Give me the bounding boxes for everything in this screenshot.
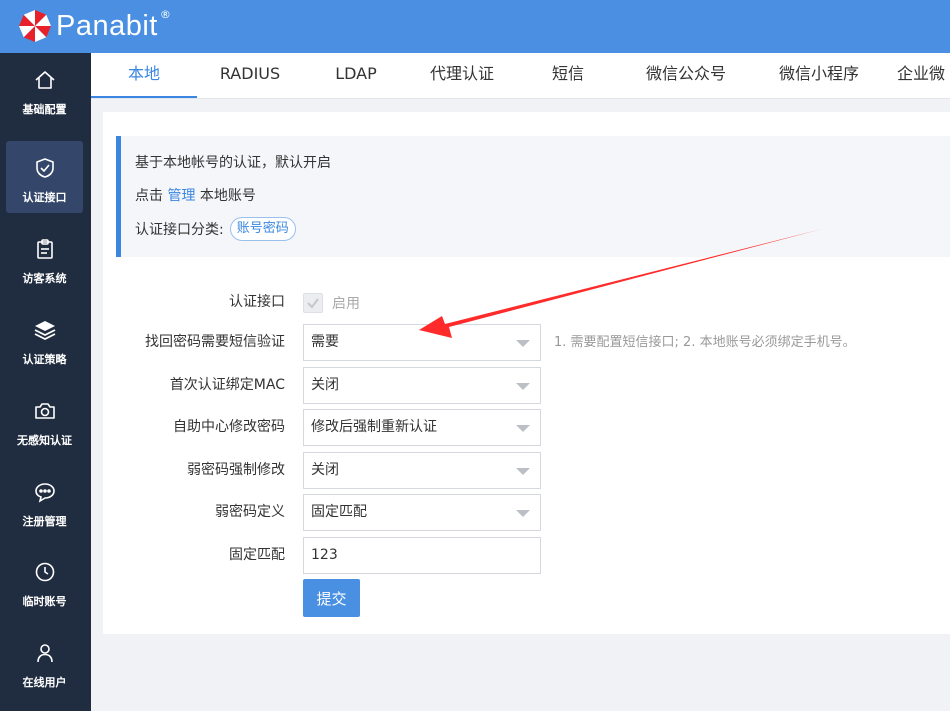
enable-checkbox[interactable]: [303, 293, 323, 313]
check-icon: [307, 298, 319, 309]
home-icon: [34, 71, 55, 89]
enable-checkbox-wrap: 启用: [303, 293, 360, 313]
fixed-match-label: 固定匹配: [229, 547, 285, 563]
tab-enterprise-wechat[interactable]: 企业微: [897, 53, 950, 98]
self-service-value: 修改后强制重新认证: [311, 419, 437, 435]
tab-ldap[interactable]: LDAP: [303, 53, 409, 98]
manage-link[interactable]: 管理: [167, 188, 195, 204]
info-box: 基于本地帐号的认证，默认开启 点击 管理 本地账号 认证接口分类: 账号密码: [116, 136, 950, 257]
sidebar-item-label: 访客系统: [22, 272, 67, 285]
form-row-self-service: 自助中心修改密码 修改后强制重新认证: [103, 409, 950, 446]
bind-mac-label: 首次认证绑定MAC: [169, 377, 285, 393]
chat-icon: [34, 483, 55, 503]
main-panel: 基于本地帐号的认证，默认开启 点击 管理 本地账号 认证接口分类: 账号密码 认证…: [103, 112, 950, 634]
brand-logo[interactable]: Panabit ®: [18, 7, 171, 43]
sidebar-item-label: 认证策略: [22, 353, 67, 366]
sidebar-item-label: 无感知认证: [17, 434, 72, 447]
sidebar-item-guest-system[interactable]: 访客系统: [6, 222, 83, 294]
info-manage-suffix: 本地账号: [199, 188, 256, 204]
self-service-select[interactable]: 修改后强制重新认证: [303, 409, 541, 446]
form-row-bind-mac: 首次认证绑定MAC 关闭: [103, 367, 950, 404]
sidebar-item-auth-policy[interactable]: 认证策略: [6, 303, 83, 375]
form-row-enable: 认证接口 启用: [103, 284, 950, 321]
info-category-line: 认证接口分类: 账号密码: [135, 217, 296, 242]
tab-bar: 本地 RADIUS LDAP 代理认证 短信 微信公众号 微信小程序 企业微: [91, 53, 950, 99]
form-row-weak-force: 弱密码强制修改 关闭: [103, 452, 950, 489]
camera-icon: [34, 403, 55, 419]
sidebar-item-label: 注册管理: [22, 515, 67, 528]
enable-checkbox-label: 启用: [332, 296, 360, 312]
brand-name: Panabit: [56, 9, 158, 42]
fixed-match-input[interactable]: 123: [303, 537, 541, 574]
info-description: 基于本地帐号的认证，默认开启: [135, 155, 331, 171]
sidebar-item-auth-interface[interactable]: 认证接口: [6, 141, 83, 213]
clipboard-icon: [36, 239, 53, 259]
form-row-sms-verify: 找回密码需要短信验证 需要 1. 需要配置短信接口; 2. 本地账号必须绑定手机…: [103, 324, 950, 361]
caret-down-icon: [516, 383, 530, 390]
bind-mac-value: 关闭: [311, 377, 339, 393]
weak-force-label: 弱密码强制修改: [187, 462, 285, 478]
top-header: Panabit ®: [0, 0, 950, 53]
bind-mac-select[interactable]: 关闭: [303, 367, 541, 404]
category-label: 认证接口分类:: [135, 222, 224, 238]
info-manage-line: 点击 管理 本地账号: [135, 185, 256, 205]
tab-wechat-official[interactable]: 微信公众号: [621, 53, 751, 98]
sidebar-item-label: 基础配置: [22, 103, 67, 116]
weak-define-label: 弱密码定义: [215, 504, 285, 520]
tab-local[interactable]: 本地: [91, 53, 197, 98]
sidebar-item-label: 在线用户: [22, 676, 67, 689]
caret-down-icon: [516, 340, 530, 347]
registered-mark: ®: [159, 7, 171, 21]
form-row-weak-define: 弱密码定义 固定匹配: [103, 494, 950, 531]
form-row-fixed-match: 固定匹配 123: [103, 537, 950, 574]
sms-verify-hint: 1. 需要配置短信接口; 2. 本地账号必须绑定手机号。: [554, 335, 856, 350]
sms-verify-value: 需要: [311, 334, 339, 350]
umbrella-logo-icon: [19, 10, 51, 42]
user-icon: [36, 644, 53, 663]
weak-force-select[interactable]: 关闭: [303, 452, 541, 489]
submit-button[interactable]: 提交: [303, 579, 360, 617]
tab-radius[interactable]: RADIUS: [197, 53, 303, 98]
sidebar-item-online-users[interactable]: 在线用户: [6, 626, 83, 698]
sidebar-item-register-management[interactable]: 注册管理: [6, 465, 83, 537]
category-tag: 账号密码: [229, 217, 296, 241]
caret-down-icon: [516, 468, 530, 475]
sms-verify-select[interactable]: 需要: [303, 324, 541, 361]
enable-label: 认证接口: [229, 294, 285, 310]
sidebar-item-label: 认证接口: [22, 191, 67, 204]
shield-check-icon: [35, 158, 54, 178]
caret-down-icon: [516, 510, 530, 517]
info-manage-prefix: 点击: [135, 188, 163, 204]
sms-verify-label: 找回密码需要短信验证: [145, 334, 285, 350]
caret-down-icon: [516, 425, 530, 432]
sidebar-item-seamless-auth[interactable]: 无感知认证: [6, 384, 83, 456]
weak-define-select[interactable]: 固定匹配: [303, 494, 541, 531]
sidebar-item-basic-config[interactable]: 基础配置: [6, 53, 83, 125]
tab-proxy-auth[interactable]: 代理认证: [409, 53, 515, 98]
weak-force-value: 关闭: [311, 462, 339, 478]
clock-icon: [35, 562, 54, 582]
tab-wechat-miniprogram[interactable]: 微信小程序: [751, 53, 887, 98]
weak-define-value: 固定匹配: [311, 504, 367, 520]
sidebar-item-temp-account[interactable]: 临时账号: [6, 545, 83, 617]
sidebar: 基础配置 认证接口 访客系统 认证策略 无感知认证 注册管理 临时账号 在线用户: [0, 53, 91, 711]
self-service-label: 自助中心修改密码: [173, 419, 285, 435]
sidebar-item-label: 临时账号: [22, 595, 67, 608]
tab-sms[interactable]: 短信: [515, 53, 621, 98]
layers-icon: [34, 321, 55, 341]
